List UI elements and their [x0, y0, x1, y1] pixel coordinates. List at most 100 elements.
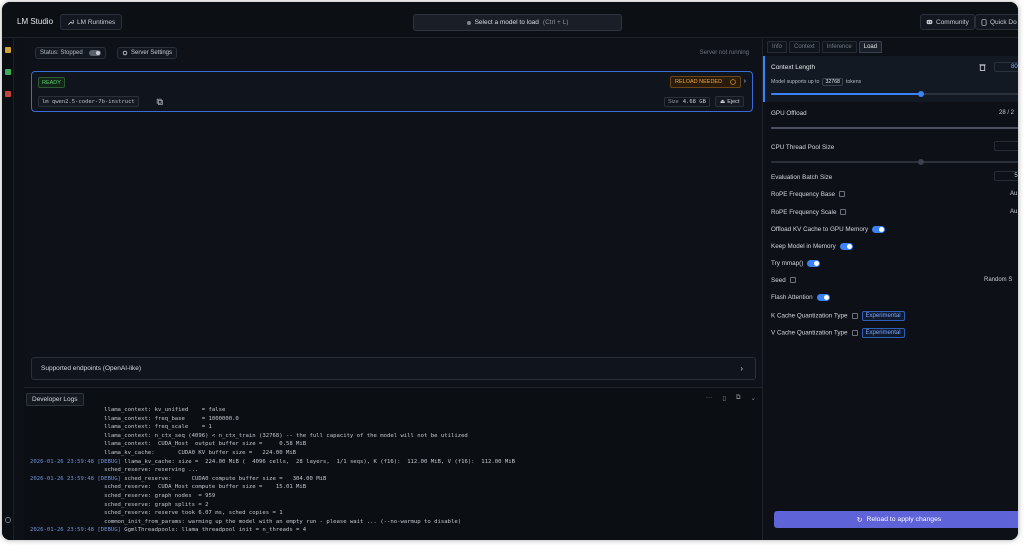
- chevron-right-icon: ›: [740, 364, 743, 373]
- log-text: llama_context: kv_unified = false: [30, 407, 226, 413]
- runtimes-label: LM Runtimes: [77, 18, 116, 26]
- log-text: llama_kv_cache: CUDA0 KV buffer size = 2…: [30, 449, 297, 456]
- log-line: llama_context: n_ctx_seq (4096) < n_ctx_…: [30, 432, 758, 441]
- server-settings-label: Server Settings: [131, 50, 173, 56]
- seed-value: Random S: [984, 277, 1013, 283]
- seed-label: Seed: [771, 277, 786, 284]
- flash-attention-toggle[interactable]: [816, 294, 830, 301]
- panel-tabs: Info Context Inference Load: [767, 41, 883, 53]
- server-panel: Status: Stopped Server Settings Server n…: [24, 39, 762, 387]
- slider-knob[interactable]: [918, 159, 924, 165]
- gpu-offload-slider[interactable]: [771, 127, 1018, 129]
- log-text: GgmlThreadpools: llama threadpool init =…: [120, 527, 307, 534]
- log-line: sched_reserve: graph splits = 2: [30, 501, 758, 510]
- log-text: llama_context: freq_scale = 1: [30, 424, 212, 431]
- rope-base-checkbox[interactable]: [839, 191, 846, 198]
- tab-developer-logs[interactable]: Developer Logs: [26, 393, 84, 406]
- eject-button[interactable]: ⏏ Eject: [715, 96, 745, 107]
- server-status-label: Status: Stopped: [40, 50, 83, 56]
- copy-icon[interactable]: [156, 98, 164, 106]
- model-size: Size 4.68 GB: [664, 97, 710, 107]
- rope-base-setting: RoPE Frequency Base: [771, 191, 846, 198]
- log-text: sched_reserve: reserve took 6.07 ms, sch…: [30, 510, 283, 517]
- tab-info[interactable]: Info: [767, 41, 788, 53]
- log-text: sched_reserve: graph splits = 2: [30, 501, 209, 508]
- context-length-slider[interactable]: [771, 91, 1018, 97]
- v-cache-setting: V Cache Quantization Type Experimental: [771, 328, 905, 338]
- supported-endpoints[interactable]: Supported endpoints (OpenAI-like) ›: [31, 357, 756, 380]
- log-line: llama_context: CUDA_Host output buffer s…: [30, 440, 758, 449]
- slider-fill: [771, 127, 1018, 129]
- log-timestamp: 2026-01-26 23:59:48 [DEBUG]: [30, 475, 121, 482]
- tab-inference[interactable]: Inference: [821, 41, 857, 53]
- model-select-label: Select a model to load: [474, 19, 539, 26]
- runtimes-button[interactable]: LM Runtimes: [60, 14, 123, 30]
- copy-icon[interactable]: ⧉: [736, 394, 741, 402]
- more-icon[interactable]: ···: [706, 394, 713, 402]
- app-window: LM Studio LM Runtimes Select a model to …: [2, 2, 1018, 540]
- server-status-text: Server not running: [699, 50, 749, 56]
- cpu-threads-slider[interactable]: [771, 159, 1018, 165]
- tab-context[interactable]: Context: [789, 41, 820, 53]
- hint-prefix: Model supports up to: [771, 79, 820, 85]
- tab-load[interactable]: Load: [858, 41, 883, 53]
- eval-batch-input[interactable]: 51: [994, 171, 1018, 181]
- model-identifier: lm qwen2.5-coder-7b-instruct: [38, 96, 139, 107]
- rope-scale-checkbox[interactable]: [840, 209, 847, 216]
- title-bar: LM Studio LM Runtimes Select a model to …: [2, 2, 1018, 38]
- gpu-offload-value[interactable]: 28 / 2: [999, 110, 1014, 116]
- settings-icon[interactable]: [5, 517, 11, 523]
- keep-in-memory-toggle[interactable]: [839, 243, 853, 250]
- server-settings-button[interactable]: Server Settings: [117, 47, 178, 59]
- server-toggle[interactable]: [88, 50, 101, 56]
- community-label: Community: [936, 18, 969, 26]
- model-select[interactable]: Select a model to load (Ctrl + L): [413, 14, 622, 31]
- reload-needed-badge[interactable]: RELOAD NEEDED: [670, 76, 742, 88]
- offload-kv-toggle[interactable]: [872, 226, 886, 233]
- context-length-input[interactable]: 800: [994, 62, 1018, 72]
- k-cache-checkbox[interactable]: [851, 313, 858, 319]
- cpu-threads-input[interactable]: [994, 141, 1018, 151]
- v-cache-checkbox[interactable]: [851, 330, 858, 336]
- eject-icon: ⏏: [720, 98, 726, 105]
- developer-icon[interactable]: [5, 69, 11, 75]
- flash-attention-label: Flash Attention: [771, 294, 813, 302]
- chevron-right-icon[interactable]: ›: [744, 78, 746, 85]
- chevron-down-icon[interactable]: ⌄: [751, 394, 756, 402]
- developer-logs: Developer Logs ··· ▯ ⧉ ⌄ llama_context: …: [24, 387, 762, 540]
- log-line: llama_context: freq_base = 1000000.0: [30, 415, 758, 424]
- eval-batch-label: Evaluation Batch Size: [771, 174, 833, 181]
- models-icon[interactable]: [5, 91, 11, 97]
- log-text: sched_reserve: CUDA_Host compute buffer …: [30, 484, 307, 491]
- model-select-shortcut: (Ctrl + L): [542, 19, 569, 26]
- app-name: LM Studio: [17, 17, 54, 26]
- log-timestamp: 2026-01-26 23:59:48 [DEBUG]: [30, 527, 121, 534]
- reload-apply-button[interactable]: ↻ Reload to apply changes: [774, 511, 1018, 528]
- community-button[interactable]: Community: [920, 14, 975, 30]
- ready-badge: READY: [38, 77, 65, 88]
- slider-knob[interactable]: [918, 91, 924, 97]
- log-line: llama_context: kv_unified = false: [30, 406, 758, 415]
- loaded-model-card[interactable]: READY RELOAD NEEDED › lm qwen2.5-coder-7…: [31, 71, 753, 112]
- clear-icon[interactable]: ▯: [722, 394, 726, 402]
- try-mmap-setting: Try mmap(): [771, 260, 821, 267]
- server-status-toggle[interactable]: Status: Stopped: [35, 47, 106, 59]
- seed-checkbox[interactable]: [789, 277, 796, 284]
- discord-icon: [926, 19, 933, 25]
- try-mmap-toggle[interactable]: [807, 260, 821, 267]
- log-line: llama_context: freq_scale = 1: [30, 423, 758, 432]
- quick-docs-button[interactable]: Quick Do: [975, 14, 1018, 30]
- log-line: 2026-01-26 23:59:48 [DEBUG] llama_kv_cac…: [30, 458, 758, 467]
- trash-icon[interactable]: [979, 63, 986, 71]
- left-rail: [2, 39, 14, 540]
- keep-in-memory-label: Keep Model in Memory: [771, 243, 836, 251]
- log-text: sched_reserve: CUDA0 compute buffer size…: [120, 475, 327, 482]
- chat-icon[interactable]: [5, 47, 11, 53]
- rope-scale-setting: RoPE Frequency Scale: [771, 209, 847, 216]
- reload-apply-label: Reload to apply changes: [866, 516, 942, 523]
- log-line: sched_reserve: graph nodes = 959: [30, 492, 758, 501]
- size-value: 4.68 GB: [682, 99, 706, 105]
- offload-kv-setting: Offload KV Cache to GPU Memory: [771, 226, 886, 233]
- k-cache-setting: K Cache Quantization Type Experimental: [771, 311, 905, 321]
- seed-setting: Seed: [771, 277, 796, 284]
